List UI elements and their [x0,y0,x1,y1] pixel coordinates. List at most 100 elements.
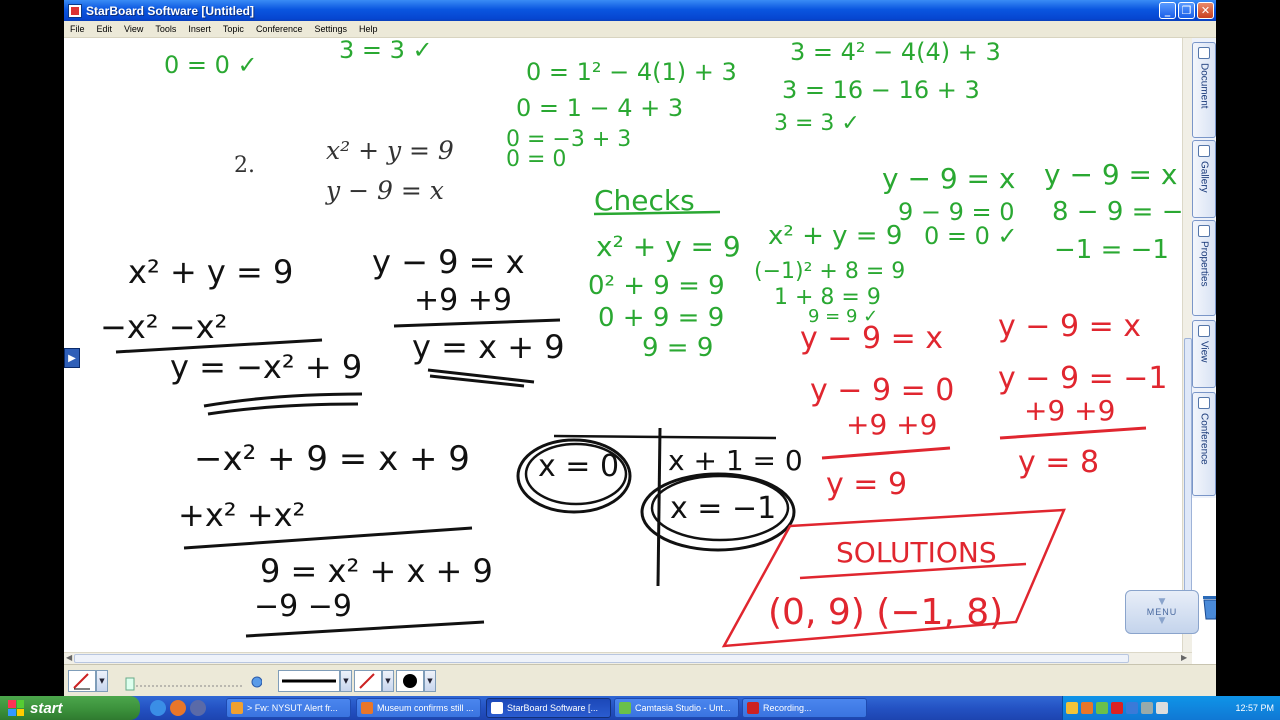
document-icon [1198,47,1210,59]
ink-checks-3-0: y − 9 = x [882,162,1015,195]
menu-view[interactable]: View [118,24,149,34]
ink-checks-2-1: (−1)² + 8 = 9 [754,259,905,284]
menu-up-arrow-icon: ▼ [1158,597,1166,607]
ink-checks-4-1: 8 − 9 = −1 [1052,197,1182,227]
pen-dropdown[interactable]: ▼ [96,670,108,692]
ink-red-1-3: y = 9 [826,467,907,502]
ink-work-left-1: −x² −x² [100,308,227,346]
tray-icon-2[interactable] [1081,702,1093,714]
pen-toolbar: ▼ ▼ ▼ ▼ [64,664,1216,696]
ink-top-right-1: 3 = 16 − 16 + 3 [782,76,980,104]
ink-top-mid-1: 0 = 1 − 4 + 3 [516,94,683,122]
horizontal-scroll-thumb[interactable] [74,654,1129,663]
ink-checks-4-2: −1 = −1 [1054,235,1169,265]
line-style-dropdown[interactable]: ▼ [340,670,352,692]
ink-top-mid-0: 0 = 1² − 4(1) + 3 [526,58,737,86]
view-icon [1198,325,1210,337]
tray-icon-6[interactable] [1141,702,1153,714]
ink-factor-0: x = 0 [538,449,619,484]
menu-insert[interactable]: Insert [182,24,217,34]
floating-menu-button[interactable]: ▼ MENU ▼ [1125,590,1199,634]
pen-tool-button[interactable] [68,670,96,692]
menu-down-arrow-icon: ▼ [1158,616,1166,626]
app-quicklaunch-icon[interactable] [190,700,206,716]
tab-document[interactable]: Document [1192,42,1216,138]
ink-checks-1-3: 9 = 9 [642,333,713,363]
pen-icon [73,673,90,690]
title-bar: StarBoard Software [Untitled] _ ❐ ✕ [64,0,1216,21]
menu-conference[interactable]: Conference [250,24,309,34]
tray-icon-5[interactable] [1126,702,1138,714]
whiteboard-canvas[interactable]: 2. x² + y = 9 y − 9 = x 0 = 0 ✓ 3 = 3 ✓ … [64,38,1182,652]
side-panel: Document Gallery Properties View Confere… [1192,38,1216,498]
close-button[interactable]: ✕ [1197,2,1214,19]
trash-icon[interactable] [1201,592,1216,620]
system-tray: 12:57 PM [1062,696,1280,720]
tray-icon-4[interactable] [1111,702,1123,714]
vertical-scroll-thumb[interactable] [1184,338,1192,618]
ink-red-2-1: y − 9 = −1 [998,361,1167,396]
ink-checks-1-1: 0² + 9 = 9 [588,271,725,301]
ink-red-1-0: y − 9 = x [800,321,943,356]
pen-color-button[interactable] [354,670,382,692]
windows-logo-icon [8,700,24,716]
start-button[interactable]: start [0,696,140,720]
handwriting-layer: 0 = 0 ✓ 3 = 3 ✓ 0 = 1² − 4(1) + 3 0 = 1 … [100,38,1182,648]
ink-work-mid-1: +9 +9 [414,283,512,318]
expand-panel-arrow-icon[interactable]: ▶ [64,348,80,368]
firefox-icon[interactable] [170,700,186,716]
line-style-button[interactable] [278,670,340,692]
tray-icon-1[interactable] [1066,702,1078,714]
pen-color-icon [359,673,375,689]
vertical-scrollbar[interactable] [1182,38,1192,652]
minimize-button[interactable]: _ [1159,2,1176,19]
task-recording[interactable]: Recording... [742,698,867,718]
scroll-right-arrow-icon[interactable]: ▶ [1181,653,1187,662]
menu-topic[interactable]: Topic [217,24,250,34]
menu-settings[interactable]: Settings [308,24,353,34]
fill-color-button[interactable] [396,670,424,692]
ink-red-2-2: +9 +9 [1024,394,1115,427]
task-label-2: StarBoard Software [... [507,703,599,713]
task-nysut-email[interactable]: > Fw: NYSUT Alert fr... [226,698,351,718]
ink-checks-1-2: 0 + 9 = 9 [598,303,724,333]
ink-red-1-1: y − 9 = 0 [810,373,954,408]
camtasia-icon [619,702,631,714]
task-museum-browser[interactable]: Museum confirms still ... [356,698,481,718]
ink-work-bottom-2: 9 = x² + x + 9 [260,552,493,590]
pen-color-dropdown[interactable]: ▼ [382,670,394,692]
tab-gallery[interactable]: Gallery [1192,140,1216,218]
menu-tools[interactable]: Tools [149,24,182,34]
menu-help[interactable]: Help [353,24,384,34]
task-starboard[interactable]: StarBoard Software [... [486,698,611,718]
gallery-icon [1198,145,1210,157]
tab-properties[interactable]: Properties [1192,220,1216,316]
menu-edit[interactable]: Edit [91,24,119,34]
tab-document-label: Document [1198,63,1210,109]
task-camtasia[interactable]: Camtasia Studio - Unt... [614,698,739,718]
task-label-4: Recording... [763,703,812,713]
tab-conference-label: Conference [1198,413,1210,465]
menu-file[interactable]: File [64,24,91,34]
ink-checks-4-0: y − 9 = x [1044,158,1177,191]
tab-conference[interactable]: Conference [1192,392,1216,496]
tab-properties-label: Properties [1198,241,1210,287]
ink-work-left-2: y = −x² + 9 [170,348,362,386]
ink-work-bottom-1: +x² +x² [178,496,305,534]
app-icon [68,3,82,18]
ink-work-bottom-3: −9 −9 [254,589,352,624]
fill-color-dropdown[interactable]: ▼ [424,670,436,692]
ink-top-right-0: 3 = 4² − 4(4) + 3 [790,38,1001,66]
horizontal-scrollbar[interactable]: ◀ ▶ [64,652,1192,664]
restore-button[interactable]: ❐ [1178,2,1195,19]
tab-view[interactable]: View [1192,320,1216,388]
ink-factor-2: x = −1 [670,491,776,526]
speaker-icon[interactable] [1156,702,1168,714]
scroll-left-arrow-icon[interactable]: ◀ [66,653,72,662]
ie-icon[interactable] [150,700,166,716]
width-slider[interactable] [122,670,263,692]
task-label-3: Camtasia Studio - Unt... [635,703,731,713]
start-label: start [30,699,63,717]
tray-icon-3[interactable] [1096,702,1108,714]
ink-work-mid-2: y = x + 9 [412,328,565,366]
